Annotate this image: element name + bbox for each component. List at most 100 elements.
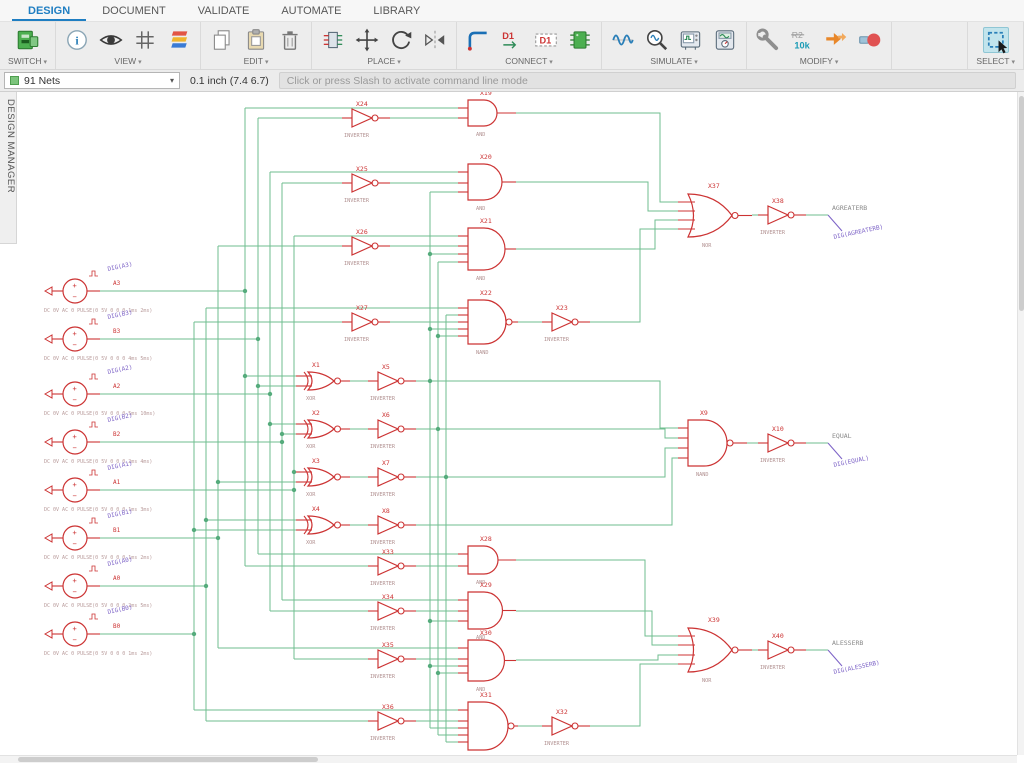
gate-X25[interactable]: X25INVERTER — [342, 165, 390, 204]
source-A3[interactable]: +−A3DIG(A3)DC 0V AC 0 PULSE(0 5V 0 0 0 1… — [44, 261, 152, 314]
schematic-drawing[interactable]: +−A3DIG(A3)DC 0V AC 0 PULSE(0 5V 0 0 0 1… — [0, 92, 1024, 755]
output-EQUAL[interactable]: EQUALDIG(EQUAL) — [828, 432, 870, 469]
schematic-switch-icon[interactable] — [15, 27, 41, 53]
vertical-scrollbar[interactable] — [1017, 92, 1024, 755]
gate-X1[interactable]: X1XOR — [296, 361, 350, 402]
tab-design[interactable]: DESIGN — [12, 0, 86, 21]
svg-text:INVERTER: INVERTER — [344, 337, 370, 343]
info-icon[interactable]: i — [64, 27, 90, 53]
delete-icon[interactable] — [277, 27, 303, 53]
source-B3[interactable]: +−B3DIG(B3)DC 0V AC 0 PULSE(0 5V 0 0 0 4… — [44, 309, 152, 362]
gate-X4[interactable]: X4XOR — [296, 505, 350, 546]
gate-X3[interactable]: X3XOR — [296, 457, 350, 498]
toolbar-connect-menu[interactable]: CONNECT▾ — [465, 56, 593, 69]
gate-X31[interactable]: X31NAND — [458, 691, 518, 755]
svg-text:+: + — [73, 529, 77, 537]
grid-icon[interactable] — [132, 27, 158, 53]
toolbar-view-menu[interactable]: VIEW▾ — [64, 56, 192, 69]
copy-icon[interactable] — [209, 27, 235, 53]
svg-text:INVERTER: INVERTER — [344, 198, 370, 204]
gate-X39[interactable]: X39NOR — [678, 616, 752, 684]
gate-X24[interactable]: X24INVERTER — [342, 100, 390, 139]
gate-X19[interactable]: X19AND — [458, 92, 516, 138]
tab-automate[interactable]: AUTOMATE — [265, 0, 357, 21]
svg-text:XOR: XOR — [306, 540, 316, 546]
source-A1[interactable]: +−A1DIG(A1)DC 0V AC 0 PULSE(0 5V 0 0 0 1… — [44, 460, 152, 513]
gate-X27[interactable]: X27INVERTER — [342, 304, 390, 343]
multimeter-icon[interactable] — [712, 27, 738, 53]
tab-library[interactable]: LIBRARY — [357, 0, 436, 21]
gate-X5[interactable]: X5INVERTER — [368, 363, 416, 402]
gate-X40[interactable]: X40INVERTER — [758, 632, 806, 671]
toolbar-switch-menu[interactable]: SWITCH▾ — [8, 56, 47, 69]
rotate-icon[interactable] — [388, 27, 414, 53]
gate-X28[interactable]: X28AND — [458, 535, 516, 586]
toolbar-select-menu[interactable]: SELECT▾ — [976, 56, 1015, 69]
source-A2[interactable]: +−A2DIG(A2)DC 0V AC 0 PULSE(0 5V 0 0 0 5… — [44, 364, 155, 417]
eye-icon[interactable] — [98, 27, 124, 53]
gate-X22[interactable]: X22NAND — [458, 289, 518, 356]
horizontal-scrollbar-thumb[interactable] — [18, 757, 318, 762]
toolbar-modify-menu[interactable]: MODIFY▾ — [755, 56, 883, 69]
ic-icon[interactable] — [567, 27, 593, 53]
output-AGREATERB[interactable]: AGREATERBDIG(AGREATERB) — [828, 204, 884, 241]
value-icon[interactable]: R210k — [789, 27, 815, 53]
gate-X21[interactable]: X21AND — [458, 217, 516, 282]
svg-text:−: − — [73, 492, 77, 500]
source-B1[interactable]: +−B1DIG(B1)DC 0V AC 0 PULSE(0 5V 0 0 0 1… — [44, 508, 152, 561]
caret-down-icon: ▾ — [265, 59, 269, 66]
design-manager-panel-tab[interactable]: DESIGN MANAGER — [0, 92, 17, 244]
gate-X36[interactable]: X36INVERTER — [368, 703, 416, 742]
source-B0[interactable]: +−B0DIG(B0)DC 0V AC 0 PULSE(0 5V 0 0 0 1… — [44, 604, 152, 657]
source-A0[interactable]: +−A0DIG(A0)DC 0V AC 0 PULSE(0 5V 0 0 0 2… — [44, 556, 152, 609]
waveform-icon[interactable] — [610, 27, 636, 53]
select-icon[interactable] — [983, 27, 1009, 53]
svg-text:X32: X32 — [556, 708, 568, 716]
gate-X9[interactable]: X9NAND — [678, 409, 747, 478]
mirror-icon[interactable] — [422, 27, 448, 53]
gate-X34[interactable]: X34INVERTER — [368, 593, 416, 632]
caret-down-icon: ▾ — [1011, 59, 1015, 66]
gate-X38[interactable]: X38INVERTER — [758, 197, 806, 236]
gate-X30[interactable]: X30AND — [458, 629, 516, 693]
gate-X20[interactable]: X20AND — [458, 153, 516, 212]
command-line-input[interactable] — [279, 72, 1016, 89]
source-B2[interactable]: +−B2DIG(B2)DC 0V AC 0 PULSE(0 5V 0 0 0 2… — [44, 412, 152, 465]
gate-X26[interactable]: X26INVERTER — [342, 228, 390, 267]
svg-text:X2: X2 — [312, 409, 320, 417]
toolbar-place-menu[interactable]: PLACE▾ — [320, 56, 448, 69]
swap-gate-icon[interactable] — [823, 27, 849, 53]
label-icon[interactable]: D1 — [499, 27, 525, 53]
toolbar-edit-menu[interactable]: EDIT▾ — [209, 56, 303, 69]
place-part-icon[interactable] — [320, 27, 346, 53]
layers-icon[interactable] — [166, 27, 192, 53]
toolbar-simulate-menu[interactable]: SIMULATE▾ — [610, 56, 738, 69]
wire-junctions[interactable] — [192, 252, 448, 675]
svg-text:X22: X22 — [480, 289, 492, 297]
probe-icon[interactable] — [644, 27, 670, 53]
name-icon[interactable]: D1 — [533, 27, 559, 53]
tab-document[interactable]: DOCUMENT — [86, 0, 182, 21]
horizontal-scrollbar[interactable] — [0, 755, 1017, 763]
wire-icon[interactable] — [465, 27, 491, 53]
sim-stop-icon[interactable] — [857, 27, 883, 53]
gate-X7[interactable]: X7INVERTER — [368, 459, 416, 498]
output-ALESSERB[interactable]: ALESSERBDIG(ALESSERB) — [828, 639, 880, 676]
tab-validate[interactable]: VALIDATE — [182, 0, 266, 21]
gate-X37[interactable]: X37NOR — [678, 182, 752, 249]
gate-X10[interactable]: X10INVERTER — [758, 425, 806, 464]
gate-X2[interactable]: X2XOR — [296, 409, 350, 450]
paste-icon[interactable] — [243, 27, 269, 53]
svg-text:X35: X35 — [382, 641, 394, 649]
svg-text:D1: D1 — [540, 35, 552, 45]
gate-X6[interactable]: X6INVERTER — [368, 411, 416, 450]
vertical-scrollbar-thumb[interactable] — [1019, 96, 1024, 311]
gate-X35[interactable]: X35INVERTER — [368, 641, 416, 680]
gate-X23[interactable]: X23INVERTER — [542, 304, 590, 343]
gate-X8[interactable]: X8INVERTER — [368, 507, 416, 546]
oscilloscope-icon[interactable] — [678, 27, 704, 53]
move-icon[interactable] — [354, 27, 380, 53]
nets-dropdown[interactable]: 91 Nets ▾ — [4, 72, 180, 89]
wrench-icon[interactable] — [755, 27, 781, 53]
gate-X32[interactable]: X32INVERTER — [542, 708, 590, 747]
